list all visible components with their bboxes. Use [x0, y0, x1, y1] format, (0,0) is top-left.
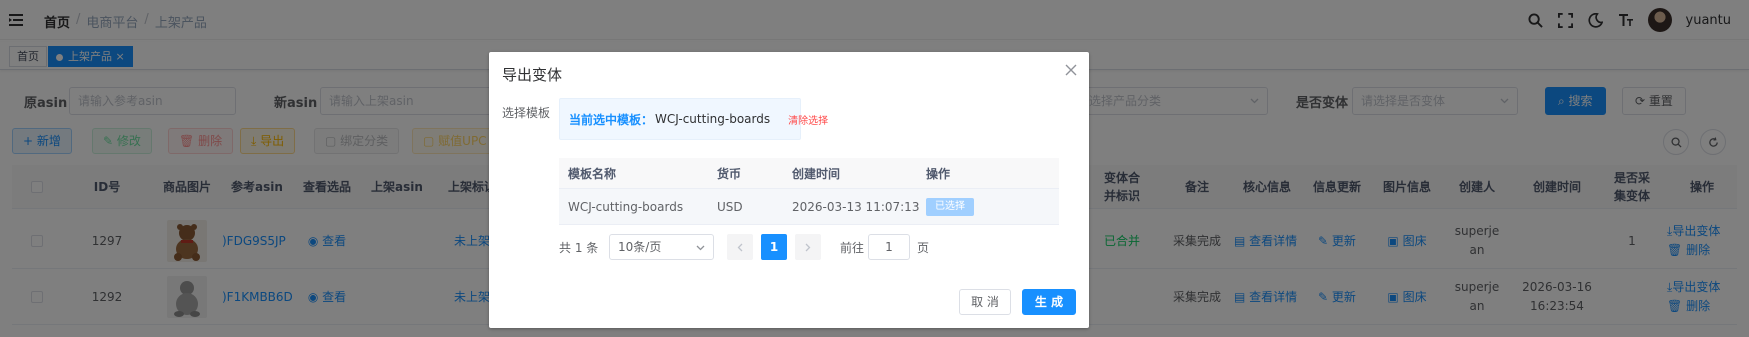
col-create-time: 创建时间	[792, 167, 841, 181]
selected-template-box: 当前选中模板： WCJ-cutting-boards 清除选择	[559, 98, 828, 140]
page-size-select[interactable]: 10条/页	[609, 234, 714, 260]
current-template-value: WCJ-cutting-boards	[655, 112, 771, 126]
prev-page-button[interactable]	[727, 234, 753, 260]
col-template-name: 模板名称	[568, 167, 617, 181]
template-currency: USD	[717, 200, 743, 214]
page-size-value: 10条/页	[618, 240, 662, 254]
template-row[interactable]: WCJ-cutting-boards USD 2026-03-13 11:07:…	[559, 189, 1059, 225]
app: 首页 / 电商平台 / 上架产品 yuantu 首页 上架产品 × 原asin …	[0, 0, 1749, 337]
template-field-label: 选择模板	[502, 106, 551, 120]
cancel-button[interactable]: 取 消	[959, 289, 1011, 315]
clear-selection-link[interactable]: 清除选择	[788, 112, 828, 127]
close-icon[interactable]	[1065, 64, 1077, 76]
goto-label: 前往	[840, 241, 865, 255]
template-table-header: 模板名称 货币 创建时间 操作	[559, 158, 1059, 189]
pagination-total: 共 1 条	[559, 240, 599, 255]
dialog-title: 导出变体	[502, 66, 563, 84]
chevron-down-icon	[696, 245, 705, 251]
pagination: 共 1 条 10条/页 1 前往 1 页	[559, 234, 929, 260]
page-unit-label: 页	[917, 241, 930, 255]
current-template-key: 当前选中模板：	[569, 112, 654, 127]
export-variant-dialog: 导出变体 选择模板 当前选中模板： WCJ-cutting-boards 清除选…	[489, 52, 1089, 328]
selected-state-cell: 已选择	[926, 189, 974, 225]
col-currency: 货币	[717, 167, 742, 181]
chevron-right-icon	[805, 243, 811, 251]
template-create-time: 2026-03-13 11:07:13	[792, 200, 920, 214]
selected-button[interactable]: 已选择	[926, 198, 974, 216]
goto-page-input[interactable]: 1	[868, 234, 910, 260]
col-operation: 操作	[926, 167, 951, 181]
generate-button[interactable]: 生 成	[1022, 289, 1076, 315]
page-number-current[interactable]: 1	[761, 234, 787, 260]
next-page-button[interactable]	[795, 234, 821, 260]
chevron-left-icon	[737, 243, 743, 251]
template-name: WCJ-cutting-boards	[568, 200, 684, 214]
